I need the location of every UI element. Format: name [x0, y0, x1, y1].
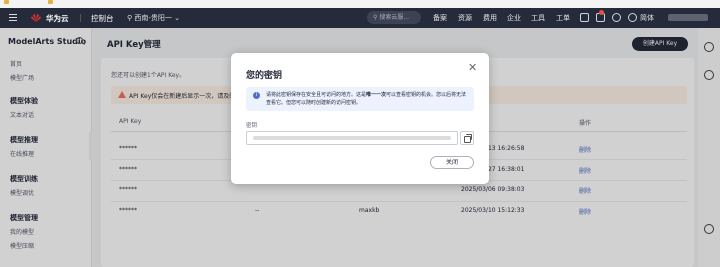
language-selector[interactable]: 简体 — [640, 13, 654, 23]
info-icon: i — [253, 92, 260, 99]
huawei-logo — [31, 14, 41, 22]
bookmarks-bar — [0, 0, 720, 8]
cart-icon[interactable] — [580, 13, 589, 22]
info-banner: i 请将此密钥保存在安全且可访问的地方。这是唯一一次可以查看密钥的机会。您以后将… — [246, 87, 474, 111]
close-button[interactable]: 关闭 — [430, 156, 474, 169]
nav-billing[interactable]: 费用 — [483, 13, 497, 23]
nav-tickets[interactable]: 工单 — [556, 13, 570, 23]
secret-key-field[interactable] — [246, 131, 458, 145]
search-input[interactable]: ⚲ 搜索云服... — [367, 11, 421, 24]
search-icon: ⚲ — [373, 14, 378, 21]
close-icon[interactable]: ✕ — [468, 62, 477, 73]
region-selector[interactable]: ⚲ 西南-贵阳一 ⌄ — [127, 13, 180, 23]
nav-resources[interactable]: 资源 — [458, 13, 472, 23]
divider — [80, 14, 81, 22]
nav-tools[interactable]: 工具 — [531, 13, 545, 23]
console-link[interactable]: 控制台 — [91, 13, 114, 24]
user-account[interactable] — [668, 14, 708, 21]
help-icon[interactable] — [612, 13, 621, 22]
nav-enterprise[interactable]: 企业 — [507, 13, 521, 23]
masked-secret-value — [253, 136, 451, 140]
brand-name[interactable]: 华为云 — [46, 13, 69, 24]
top-navigation: 华为云 控制台 ⚲ 西南-贵阳一 ⌄ ⚲ 搜索云服... 备案 资源 费用 企业… — [0, 8, 720, 28]
folder-icon — [48, 0, 53, 4]
region-label: 西南-贵阳一 — [134, 14, 172, 22]
globe-icon[interactable] — [628, 13, 637, 22]
info-text: 请将此密钥保存在安全且可访问的地方。这是唯一一次可以查看密钥的机会。您以后将无法… — [266, 92, 467, 106]
notification-badge — [599, 10, 604, 15]
search-placeholder: 搜索云服... — [379, 14, 410, 21]
secret-key-label: 密钥 — [246, 123, 258, 129]
dialog-title: 您的密钥 — [246, 71, 283, 81]
chevron-down-icon: ⌄ — [174, 14, 181, 22]
copy-icon[interactable] — [460, 131, 474, 145]
menu-icon[interactable] — [9, 14, 17, 21]
location-icon: ⚲ — [127, 14, 133, 22]
bookmark-item[interactable] — [48, 0, 55, 6]
folder-icon — [4, 0, 9, 4]
secret-key-dialog: 您的密钥 ✕ i 请将此密钥保存在安全且可访问的地方。这是唯一一次可以查看密钥的… — [231, 53, 489, 184]
bookmark-item[interactable] — [4, 0, 11, 6]
nav-filing[interactable]: 备案 — [433, 13, 447, 23]
